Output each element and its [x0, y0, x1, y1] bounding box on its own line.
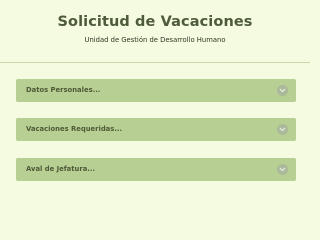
page-title: Solicitud de Vacaciones — [57, 14, 253, 30]
chevron-down-icon[interactable] — [277, 124, 288, 135]
chevron-down-icon[interactable] — [277, 85, 288, 96]
section-aval-de-jefatura[interactable]: Aval de Jefatura... — [16, 158, 296, 181]
vacation-request-page: Solicitud de Vacaciones Unidad de Gestió… — [0, 0, 310, 201]
section-datos-personales[interactable]: Datos Personales... — [16, 79, 296, 102]
section-vacaciones-requeridas[interactable]: Vacaciones Requeridas... — [16, 118, 296, 141]
page-subtitle: Unidad de Gestión de Desarrollo Humano — [84, 36, 226, 44]
chevron-down-icon[interactable] — [277, 164, 288, 175]
section-label: Datos Personales... — [26, 86, 101, 94]
section-label: Vacaciones Requeridas... — [26, 125, 123, 133]
section-label: Aval de Jefatura... — [26, 165, 96, 173]
page-header: Solicitud de Vacaciones Unidad de Gestió… — [0, 0, 310, 63]
